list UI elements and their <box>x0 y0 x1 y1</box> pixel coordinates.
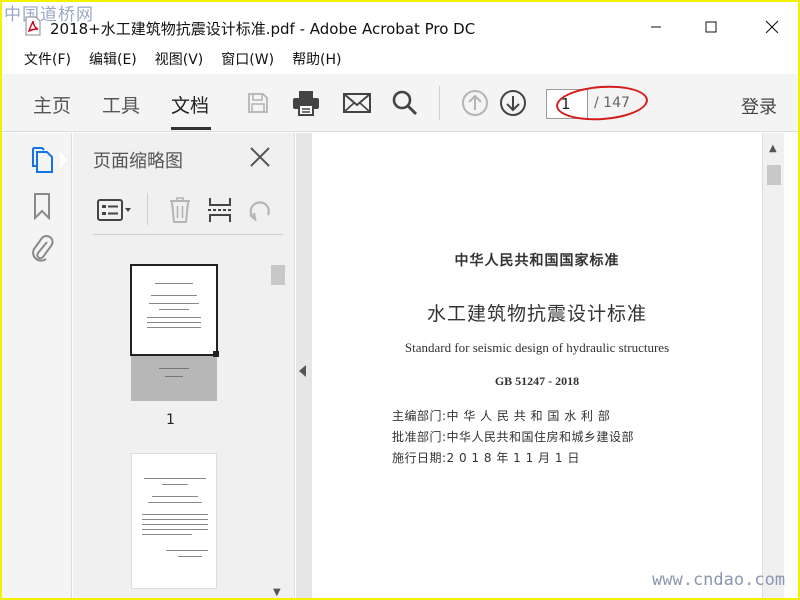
thumbnail-scrollbar-thumb[interactable] <box>271 265 285 285</box>
thumbnail-selection-frame <box>130 264 218 356</box>
title-bar: 中国道桥网 2018+水工建筑物抗震设计标准.pdf - Adobe Acrob… <box>2 2 798 44</box>
page-thumbnail-1[interactable] <box>130 264 219 401</box>
thumbnail-resize-handle[interactable] <box>213 351 219 357</box>
doc-editor-dept: 主编部门:中 华 人 民 共 和 国 水 利 部 <box>392 409 611 423</box>
thumbnail-scrollbar[interactable]: ▼ <box>269 237 287 598</box>
maximize-icon[interactable] <box>691 14 731 40</box>
menu-bar: 文件(F) 编辑(E) 视图(V) 窗口(W) 帮助(H) <box>2 48 798 72</box>
doc-effective-date: 施行日期:2 0 1 8 年 1 1 月 1 日 <box>392 451 580 465</box>
print-icon[interactable] <box>291 88 321 118</box>
acrobat-pdf-icon <box>25 16 41 36</box>
document-view[interactable]: 中华人民共和国国家标准 水工建筑物抗震设计标准 Standard for sei… <box>312 133 762 598</box>
document-scrollbar-thumb[interactable] <box>767 165 781 185</box>
thumbnail-label-1: 1 <box>166 412 175 428</box>
panel-title: 页面缩略图 <box>93 151 183 172</box>
doc-standard-code: GB 51247 - 2018 <box>494 374 580 388</box>
toolbar-divider <box>439 86 440 120</box>
tab-document[interactable]: 文档 <box>171 91 209 118</box>
close-icon[interactable] <box>752 14 792 40</box>
doc-title-en: Standard for seismic design of hydraulic… <box>404 340 670 355</box>
left-navigation-rail <box>2 133 72 598</box>
active-tab-indicator <box>171 127 211 130</box>
minimize-icon[interactable] <box>636 14 676 40</box>
main-toolbar: 主页 工具 文档 1 / 147 登录 <box>2 74 798 132</box>
tab-home[interactable]: 主页 <box>33 91 71 118</box>
collapse-left-icon[interactable] <box>299 365 306 377</box>
panel-collapse-handle[interactable] <box>296 133 312 598</box>
app-window: 中国道桥网 2018+水工建筑物抗震设计标准.pdf - Adobe Acrob… <box>2 2 798 598</box>
delete-page-icon[interactable] <box>165 195 195 225</box>
thumbnail-list: 1 <box>73 237 267 598</box>
document-scrollbar[interactable]: ▲ <box>762 133 784 598</box>
thumbnail-options-icon[interactable] <box>95 195 135 225</box>
tab-tools[interactable]: 工具 <box>102 91 140 118</box>
active-rail-pointer <box>60 152 68 168</box>
window-title: 2018+水工建筑物抗震设计标准.pdf - Adobe Acrobat Pro… <box>50 20 476 38</box>
search-icon[interactable] <box>390 88 420 118</box>
menu-help[interactable]: 帮助(H) <box>292 48 341 72</box>
attachment-icon[interactable] <box>28 233 56 263</box>
rotate-icon[interactable] <box>245 195 275 225</box>
menu-view[interactable]: 视图(V) <box>155 48 204 72</box>
page-thumbnails-icon[interactable] <box>28 145 56 175</box>
extract-pages-icon[interactable] <box>205 195 235 225</box>
menu-edit[interactable]: 编辑(E) <box>89 48 137 72</box>
thumbnail-grey-band <box>131 356 217 401</box>
menu-window[interactable]: 窗口(W) <box>221 48 274 72</box>
menu-file[interactable]: 文件(F) <box>24 48 71 72</box>
sign-in-button[interactable]: 登录 <box>741 93 777 119</box>
thumbnail-toolbar <box>93 185 283 235</box>
doc-approval-dept: 批准部门:中华人民共和国住房和城乡建设部 <box>392 430 635 444</box>
save-icon[interactable] <box>243 88 273 118</box>
thumbnail-toolbar-divider <box>147 193 148 225</box>
page-thumbnail-2[interactable] <box>131 453 217 589</box>
page-up-icon[interactable] <box>460 88 490 118</box>
panel-close-icon[interactable] <box>249 146 271 168</box>
doc-title-cn: 水工建筑物抗震设计标准 <box>426 303 647 325</box>
email-icon[interactable] <box>342 88 372 118</box>
scroll-up-icon[interactable]: ▲ <box>769 143 777 154</box>
bookmark-icon[interactable] <box>28 191 56 221</box>
scroll-down-icon[interactable]: ▼ <box>273 587 281 598</box>
page-down-icon[interactable] <box>498 88 528 118</box>
doc-authority: 中华人民共和国国家标准 <box>454 253 620 269</box>
page-thumbnails-panel: 页面缩略图 1 ▼ <box>73 133 295 598</box>
site-watermark: www.cndao.com <box>652 570 786 590</box>
